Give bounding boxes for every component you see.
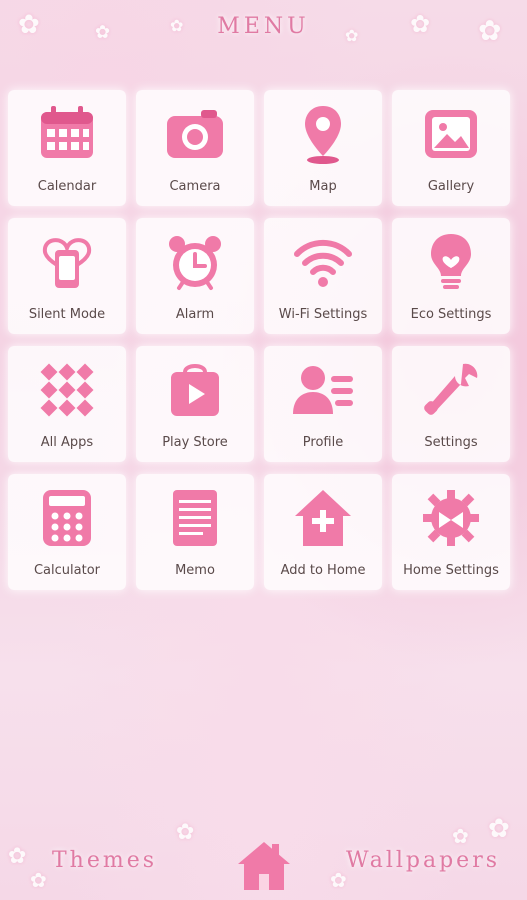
app-tile-all-apps[interactable]: All Apps — [8, 346, 126, 462]
home-icon[interactable] — [236, 840, 292, 892]
play-store-icon — [171, 364, 219, 416]
app-tile-camera[interactable]: Camera — [136, 90, 254, 206]
eco-bulb-icon — [431, 234, 471, 289]
app-tile-memo[interactable]: Memo — [136, 474, 254, 590]
app-tile-gallery[interactable]: Gallery — [392, 90, 510, 206]
app-tile-play-store[interactable]: Play Store — [136, 346, 254, 462]
app-label: Silent Mode — [28, 307, 106, 322]
blossom-decoration-icon: ✿ — [488, 814, 510, 844]
app-label: Calendar — [37, 179, 97, 194]
app-grid: Calendar Camera Map Gallery Silent Mode … — [8, 90, 520, 590]
blossom-decoration-icon: ✿ — [30, 868, 47, 892]
app-label: Camera — [169, 179, 221, 194]
app-tile-map[interactable]: Map — [264, 90, 382, 206]
blossom-decoration-icon: ✿ — [8, 844, 27, 869]
app-label: Eco Settings — [410, 307, 492, 322]
camera-icon — [167, 110, 223, 158]
app-label: Calculator — [33, 563, 100, 578]
calculator-icon — [43, 490, 91, 546]
app-tile-wifi-settings[interactable]: Wi-Fi Settings — [264, 218, 382, 334]
gallery-icon — [425, 110, 477, 158]
themes-button[interactable]: Themes — [52, 848, 157, 873]
app-label: Map — [309, 179, 337, 194]
calendar-icon — [41, 106, 93, 158]
app-label: Memo — [175, 563, 215, 578]
wrench-icon — [424, 363, 478, 415]
app-label: Wi-Fi Settings — [278, 307, 368, 322]
app-tile-eco-settings[interactable]: Eco Settings — [392, 218, 510, 334]
app-label: Home Settings — [403, 563, 499, 578]
home-settings-icon — [423, 490, 479, 546]
app-label: Profile — [302, 435, 344, 450]
wifi-icon — [294, 239, 352, 287]
silent-mode-icon — [42, 238, 92, 288]
app-tile-settings[interactable]: Settings — [392, 346, 510, 462]
app-tile-calculator[interactable]: Calculator — [8, 474, 126, 590]
blossom-decoration-icon: ✿ — [452, 824, 469, 848]
app-tile-alarm[interactable]: Alarm — [136, 218, 254, 334]
app-tile-silent-mode[interactable]: Silent Mode — [8, 218, 126, 334]
memo-icon — [173, 490, 217, 546]
profile-icon — [293, 366, 353, 414]
app-label: Gallery — [427, 179, 475, 194]
app-label: Add to Home — [280, 563, 366, 578]
app-tile-home-settings[interactable]: Home Settings — [392, 474, 510, 590]
app-label: Settings — [424, 435, 478, 450]
add-home-icon — [295, 490, 351, 546]
app-label: All Apps — [40, 435, 94, 450]
blossom-decoration-icon: ✿ — [330, 868, 347, 892]
all-apps-icon — [40, 363, 94, 417]
bottom-bar: ✿ ✿ ✿ ✿ ✿ ✿ Themes Wallpapers — [0, 810, 527, 900]
blossom-decoration-icon: ✿ — [176, 820, 195, 845]
map-pin-icon — [305, 106, 341, 164]
alarm-clock-icon — [169, 236, 221, 290]
app-label: Alarm — [175, 307, 215, 322]
app-tile-calendar[interactable]: Calendar — [8, 90, 126, 206]
app-label: Play Store — [162, 435, 228, 450]
wallpapers-button[interactable]: Wallpapers — [346, 848, 500, 873]
app-tile-add-to-home[interactable]: Add to Home — [264, 474, 382, 590]
app-tile-profile[interactable]: Profile — [264, 346, 382, 462]
menu-title: MENU — [217, 14, 310, 39]
